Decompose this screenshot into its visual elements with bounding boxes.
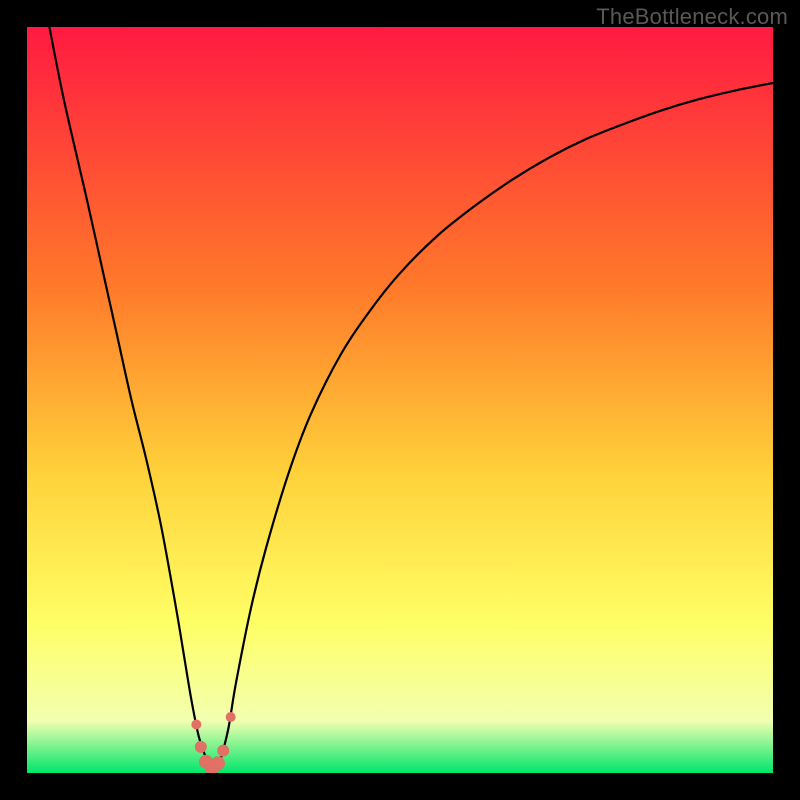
optimal-marker xyxy=(226,712,236,722)
watermark-label: TheBottleneck.com xyxy=(596,4,788,30)
optimal-marker xyxy=(195,741,207,753)
chart-svg xyxy=(27,27,773,773)
optimal-marker xyxy=(217,745,229,757)
optimal-marker xyxy=(211,756,225,770)
optimal-marker xyxy=(191,720,201,730)
chart-plot-area xyxy=(27,27,773,773)
chart-frame: TheBottleneck.com xyxy=(0,0,800,800)
chart-background xyxy=(27,27,773,773)
